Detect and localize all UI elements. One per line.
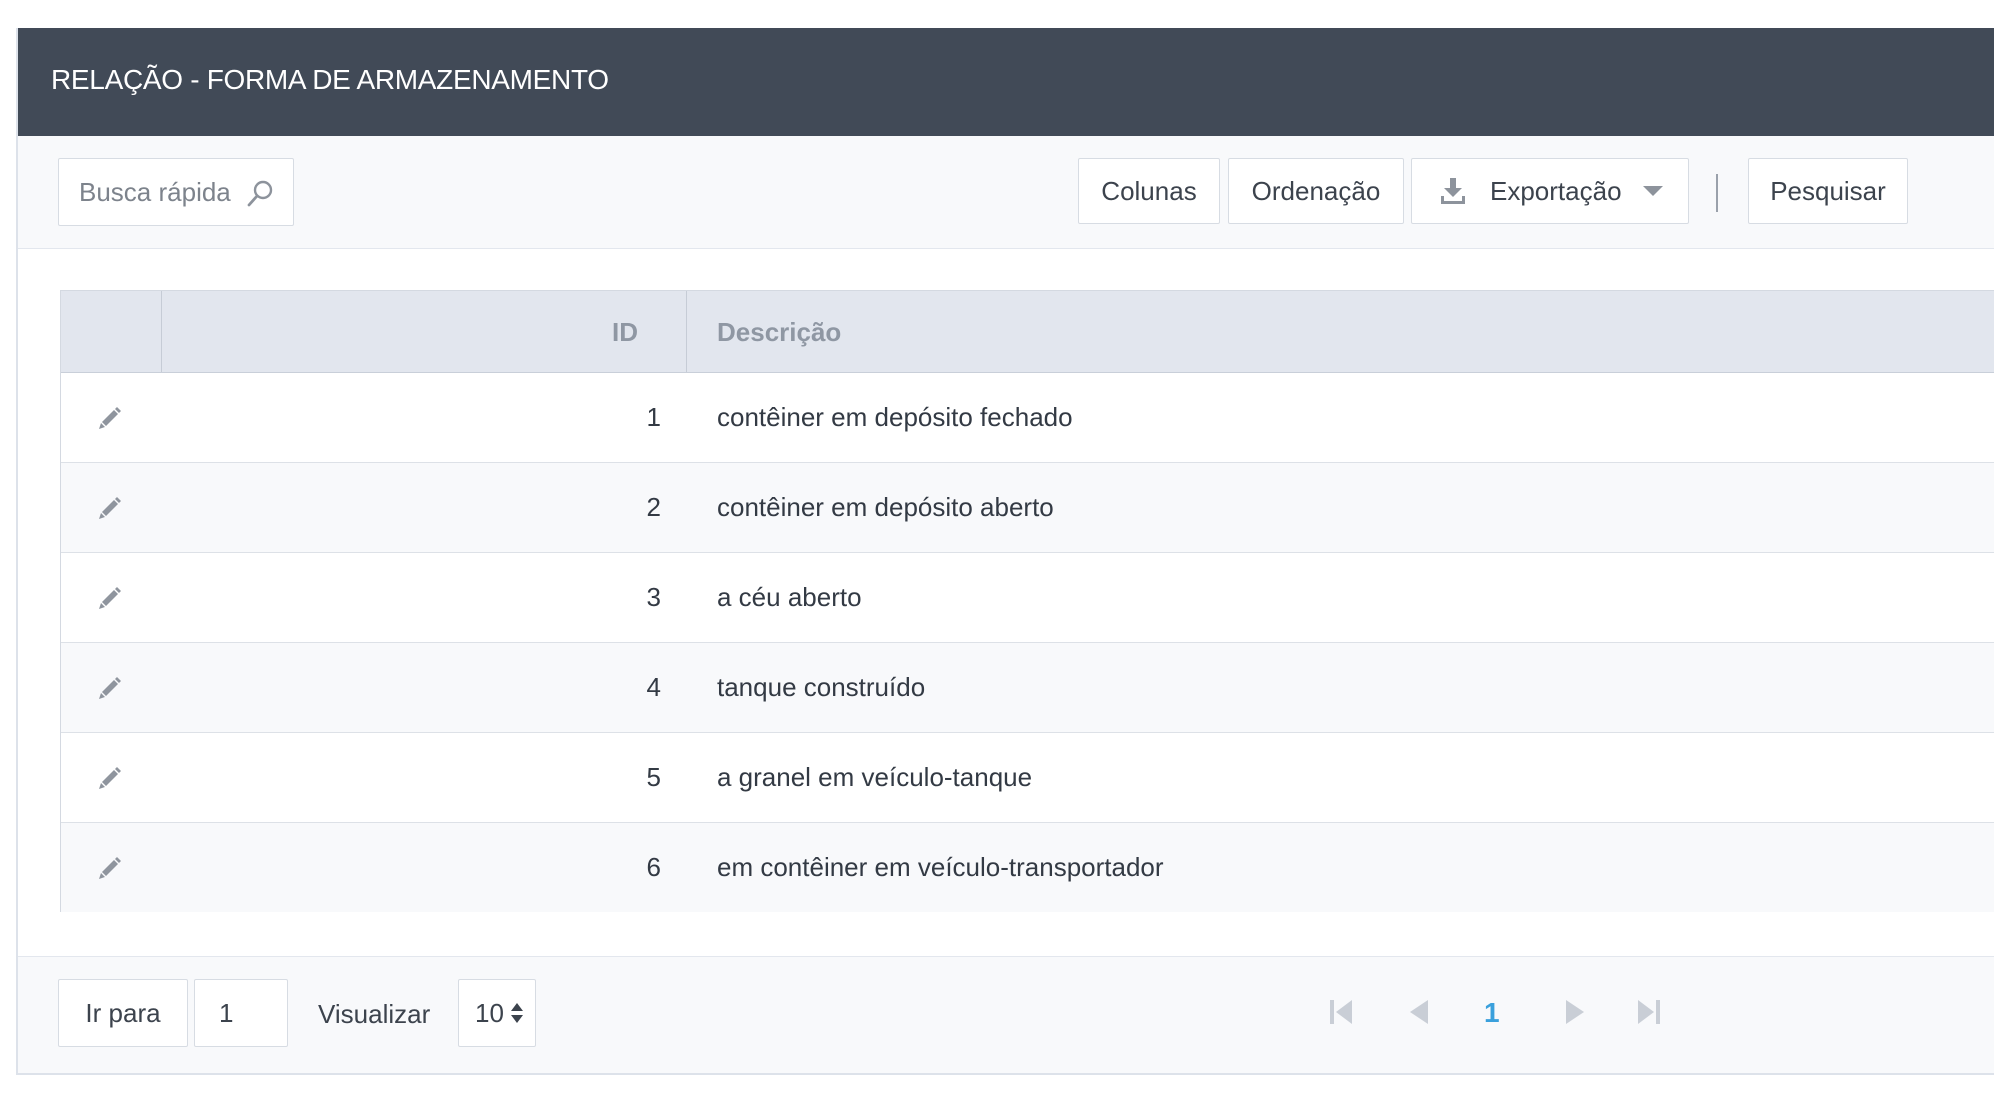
cell-id: 1: [646, 402, 661, 432]
header-cell-actions: [61, 291, 162, 372]
search-button[interactable]: Pesquisar: [1748, 158, 1908, 224]
page-size-select[interactable]: 10: [458, 979, 536, 1047]
cell-id: 6: [646, 852, 661, 882]
download-icon: [1440, 177, 1466, 205]
cell-id: 4: [646, 672, 661, 702]
table-row[interactable]: 6 em contêiner em veículo-transportador: [61, 823, 1994, 912]
cell-descricao: a céu aberto: [717, 582, 862, 612]
table-row[interactable]: 1 contêiner em depósito fechado: [61, 373, 1994, 463]
sort-button[interactable]: Ordenação: [1228, 158, 1404, 224]
cell-id: 2: [646, 492, 661, 522]
cell-id: 5: [646, 762, 661, 792]
pencil-icon[interactable]: [97, 855, 123, 881]
first-page-icon[interactable]: [1328, 997, 1356, 1032]
page-size-value: 10: [475, 997, 504, 1028]
export-label: Exportação: [1490, 175, 1622, 206]
quick-search-input[interactable]: [59, 159, 269, 225]
cell-descricao: tanque construído: [717, 672, 926, 702]
cell-descricao: contêiner em depósito aberto: [717, 492, 1054, 522]
next-page-icon[interactable]: [1562, 997, 1588, 1032]
table-row[interactable]: 3 a céu aberto: [61, 553, 1994, 643]
cell-descricao: a granel em veículo-tanque: [717, 762, 1033, 792]
pencil-icon[interactable]: [97, 585, 123, 611]
data-table: ID Descrição 1 contêiner em depósito fec…: [60, 290, 1994, 912]
table-header: ID Descrição: [61, 291, 1994, 373]
last-page-icon[interactable]: [1634, 997, 1662, 1032]
pagination-bar: Ir para 1 Visualizar 10 1: [18, 956, 1994, 1073]
pencil-icon[interactable]: [97, 405, 123, 431]
pencil-icon[interactable]: [97, 765, 123, 791]
quick-search: [58, 158, 294, 226]
goto-page-input[interactable]: 1: [194, 979, 288, 1047]
table-row[interactable]: 2 contêiner em depósito aberto: [61, 463, 1994, 553]
main-panel: RELAÇÃO - FORMA DE ARMAZENAMENTO Colunas…: [16, 28, 1994, 1075]
header-cell-descricao[interactable]: Descrição: [687, 291, 1994, 372]
cell-id: 3: [646, 582, 661, 612]
previous-page-icon[interactable]: [1406, 997, 1432, 1032]
columns-button[interactable]: Colunas: [1078, 158, 1220, 224]
toolbar: Colunas Ordenação Exportação Pesquisar: [18, 136, 1994, 249]
pencil-icon[interactable]: [97, 495, 123, 521]
search-icon[interactable]: [245, 179, 275, 214]
panel-header: RELAÇÃO - FORMA DE ARMAZENAMENTO: [18, 28, 1994, 136]
table-row[interactable]: 5 a granel em veículo-tanque: [61, 733, 1994, 823]
page-title: RELAÇÃO - FORMA DE ARMAZENAMENTO: [51, 64, 609, 95]
table-row[interactable]: 4 tanque construído: [61, 643, 1994, 733]
current-page-number[interactable]: 1: [1484, 997, 1500, 1029]
chevron-down-icon: [1642, 185, 1664, 197]
select-arrows-icon: [510, 1000, 524, 1026]
header-cell-id[interactable]: ID: [162, 291, 687, 372]
pencil-icon[interactable]: [97, 675, 123, 701]
goto-page-button[interactable]: Ir para: [58, 979, 188, 1047]
cell-descricao: em contêiner em veículo-transportador: [717, 852, 1164, 882]
toolbar-divider: [1716, 174, 1718, 212]
page-size-label: Visualizar: [318, 999, 431, 1029]
cell-descricao: contêiner em depósito fechado: [717, 402, 1073, 432]
export-button[interactable]: Exportação: [1411, 158, 1689, 224]
